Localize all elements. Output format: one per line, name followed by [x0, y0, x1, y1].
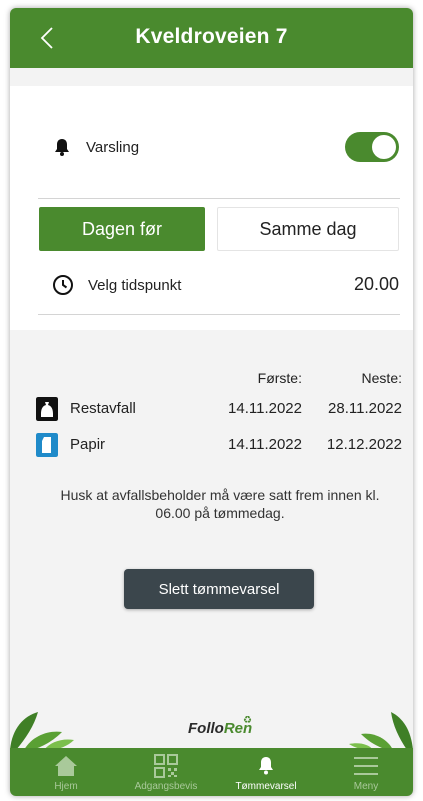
nav-label: Tømmevarsel: [235, 781, 297, 792]
leaves-decoration: [10, 712, 74, 750]
nav-label: Meny: [353, 781, 379, 792]
divider: [38, 314, 400, 315]
waste-first-date: 14.11.2022: [228, 436, 302, 453]
nav-label: Hjem: [54, 781, 78, 792]
tab-samme-dag[interactable]: Samme dag: [217, 207, 399, 251]
header-bar: Kveldroveien 7: [10, 8, 413, 68]
pickup-notice: Husk at avfallsbeholder må være satt fre…: [60, 487, 380, 521]
column-header-next: Neste:: [361, 370, 402, 386]
paper-icon: [36, 433, 58, 457]
notification-toggle[interactable]: [345, 132, 399, 162]
notification-row: Varsling: [38, 130, 403, 164]
delete-notification-button[interactable]: Slett tømmevarsel: [124, 569, 314, 609]
waste-next-date: 12.12.2022: [326, 436, 402, 453]
menu-icon: [354, 757, 378, 775]
recycle-icon: ♻: [243, 715, 252, 726]
bell-icon: [55, 139, 69, 156]
waste-next-date: 28.11.2022: [328, 400, 402, 417]
home-icon: [55, 756, 77, 776]
nav-item-meny[interactable]: Meny: [316, 748, 413, 796]
time-value: 20.00: [353, 274, 399, 294]
nav-item-hjem[interactable]: Hjem: [16, 748, 116, 796]
waste-row-restavfall: Restavfall 14.11.2022 28.11.2022: [10, 394, 413, 424]
nav-label: Adgangsbevis: [134, 781, 198, 792]
nav-item-adgangsbevis[interactable]: Adgangsbevis: [116, 748, 216, 796]
clock-icon: [53, 275, 73, 295]
bottom-nav: Hjem Adgangsbevis Tømmevarsel Meny: [10, 748, 413, 796]
waste-first-date: 14.11.2022: [228, 400, 302, 417]
bell-icon: [259, 757, 273, 775]
toggle-knob: [372, 135, 396, 159]
app-screen: Kveldroveien 7 Varsling Dagen før Samme …: [10, 8, 413, 796]
qr-code-icon: [154, 754, 178, 778]
page-title: Kveldroveien 7: [135, 25, 288, 48]
tab-dagen-for[interactable]: Dagen før: [39, 207, 205, 251]
leaves-decoration: [349, 712, 413, 750]
trash-bag-icon: [36, 397, 58, 421]
notification-label: Varsling: [86, 138, 140, 156]
waste-name: Papir: [70, 436, 106, 453]
divider: [38, 198, 400, 199]
time-picker-row[interactable]: Velg tidspunkt 20.00: [38, 270, 403, 300]
waste-name: Restavfall: [70, 400, 136, 417]
nav-item-tommevarsel[interactable]: Tømmevarsel: [216, 748, 316, 796]
time-label: Velg tidspunkt: [88, 276, 182, 294]
column-header-first: Første:: [257, 370, 302, 386]
waste-row-papir: Papir 14.11.2022 12.12.2022: [10, 430, 413, 460]
